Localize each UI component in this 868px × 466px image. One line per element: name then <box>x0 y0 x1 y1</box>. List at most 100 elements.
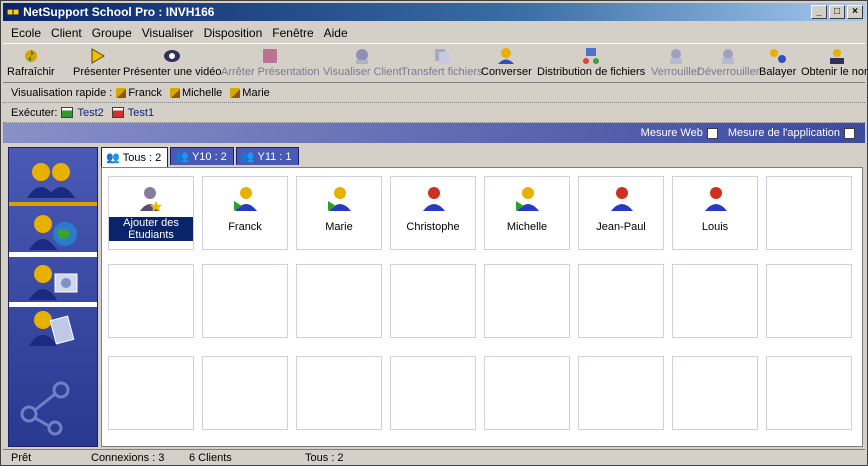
app-icon: ■■ <box>7 6 20 18</box>
close-button[interactable]: × <box>847 5 863 19</box>
pencil-icon <box>169 87 180 98</box>
run-test2[interactable]: Test2 <box>61 107 104 119</box>
application-user-icon <box>29 265 78 300</box>
menu-client[interactable]: Client <box>47 25 86 41</box>
client-tile-marie[interactable]: Marie <box>296 176 382 250</box>
sidebar-survey-view[interactable] <box>17 306 87 348</box>
sidebar-web-view[interactable] <box>17 210 87 252</box>
clipboard-user-icon <box>29 311 75 346</box>
group-icon: 👥 <box>106 152 120 164</box>
empty-tile[interactable] <box>390 264 476 338</box>
empty-tile[interactable] <box>202 264 288 338</box>
tab-y11[interactable]: 👥 Y11 : 1 <box>235 147 299 165</box>
status-connections: Connexions : 3 <box>91 452 165 464</box>
group-tabs: 👥 Tous : 2 👥 Y10 : 2 👥 Y11 : 1 <box>101 147 299 167</box>
pencil-icon <box>116 87 127 98</box>
menu-visualiser[interactable]: Visualiser <box>138 25 198 41</box>
client-tile-christophe[interactable]: Christophe <box>390 176 476 250</box>
empty-tile[interactable] <box>484 264 570 338</box>
empty-tile[interactable] <box>766 264 852 338</box>
test-icon <box>61 107 74 118</box>
title-bar: ■■ NetSupport School Pro : INVH166 _ □ × <box>3 3 865 21</box>
get-name-button[interactable]: Obtenir le nom <box>801 46 868 78</box>
sidebar-clients-view[interactable] <box>17 158 87 200</box>
video-icon <box>161 46 183 66</box>
quick-view-marie[interactable]: Marie <box>230 87 270 99</box>
stop-presentation-button[interactable]: Arrêter Présentation <box>221 46 319 78</box>
empty-tile[interactable] <box>108 264 194 338</box>
file-transfer-button[interactable]: Transfert fichiers <box>401 46 483 78</box>
menu-groupe[interactable]: Groupe <box>88 25 136 41</box>
empty-tile[interactable] <box>578 264 664 338</box>
menu-bar: Ecole Client Groupe Visualiser Dispositi… <box>3 23 352 43</box>
student-icon <box>705 187 727 211</box>
run-test1[interactable]: Test1 <box>111 107 154 119</box>
status-all: Tous : 2 <box>305 452 344 464</box>
present-button[interactable]: Présenter <box>73 46 121 78</box>
add-students-tile[interactable]: Ajouter des Etudiants <box>108 176 194 250</box>
student-icon <box>423 187 445 211</box>
client-tile-franck[interactable]: Franck <box>202 176 288 250</box>
empty-tile[interactable] <box>296 356 382 430</box>
group-icon: 👥 <box>175 151 189 163</box>
network-watermark-icon <box>20 381 70 436</box>
measure-bar: Mesure Web Mesure de l'application <box>3 123 865 143</box>
file-distribution-icon <box>580 46 602 66</box>
empty-tile[interactable] <box>672 356 758 430</box>
student-active-icon <box>516 187 539 211</box>
web-measure-checkbox[interactable] <box>706 127 718 139</box>
empty-tile[interactable] <box>578 356 664 430</box>
student-active-icon <box>328 187 351 211</box>
menu-disposition[interactable]: Disposition <box>200 25 267 41</box>
empty-tile[interactable] <box>672 264 758 338</box>
client-grid: Ajouter des Etudiants Franck Marie Chris… <box>101 167 863 447</box>
client-tile-michelle[interactable]: Michelle <box>484 176 570 250</box>
refresh-button[interactable]: Rafraîchir <box>7 46 55 78</box>
file-distribution-button[interactable]: Distribution de fichiers <box>537 46 645 78</box>
quick-view-michelle[interactable]: Michelle <box>169 87 222 99</box>
chat-button[interactable]: Converser <box>481 46 532 78</box>
empty-tile[interactable] <box>484 356 570 430</box>
app-window: ■■ NetSupport School Pro : INVH166 _ □ ×… <box>0 0 868 466</box>
chat-icon <box>495 46 517 66</box>
lock-button[interactable]: Verrouiller <box>651 46 701 78</box>
view-client-button[interactable]: Visualiser Client <box>323 46 402 78</box>
unlock-button[interactable]: Déverrouiller <box>697 46 759 78</box>
app-measure-checkbox[interactable] <box>844 127 855 139</box>
run-bar: Exécuter: Test2 Test1 <box>3 103 865 123</box>
window-title: NetSupport School Pro : INVH166 <box>23 5 215 19</box>
empty-tile[interactable] <box>202 356 288 430</box>
menu-ecole[interactable]: Ecole <box>7 25 45 41</box>
menu-fenetre[interactable]: Fenêtre <box>268 25 317 41</box>
sidebar-apps-view[interactable] <box>17 260 87 302</box>
client-tile-jean-paul[interactable]: Jean-Paul <box>578 176 664 250</box>
scan-button[interactable]: Balayer <box>759 46 796 78</box>
refresh-icon <box>20 46 42 66</box>
maximize-button[interactable]: □ <box>829 5 845 19</box>
quick-view-label: Visualisation rapide : <box>11 86 113 99</box>
tab-all[interactable]: 👥 Tous : 2 <box>101 147 169 167</box>
test-icon <box>111 107 124 118</box>
group-icon: 👥 <box>240 151 255 163</box>
empty-tile[interactable] <box>108 356 194 430</box>
minimize-button[interactable]: _ <box>811 5 827 19</box>
pencil-icon <box>230 87 241 98</box>
empty-tile[interactable] <box>296 264 382 338</box>
empty-tile[interactable] <box>766 356 852 430</box>
tab-y10[interactable]: 👥 Y10 : 2 <box>170 147 234 165</box>
play-icon <box>86 46 108 66</box>
view-client-icon <box>351 46 373 66</box>
quick-view-franck[interactable]: Franck <box>116 87 162 99</box>
status-bar: Prêt Connexions : 3 6 Clients Tous : 2 <box>3 449 865 465</box>
unlock-icon <box>717 46 739 66</box>
status-ready: Prêt <box>11 452 32 464</box>
empty-tile[interactable] <box>390 356 476 430</box>
menu-aide[interactable]: Aide <box>320 25 352 41</box>
empty-tile[interactable] <box>766 176 852 250</box>
web-measure-label: Mesure Web <box>640 127 703 139</box>
quick-view-bar: Visualisation rapide : Franck Michelle M… <box>3 83 865 103</box>
file-transfer-icon <box>431 46 453 66</box>
client-tile-louis[interactable]: Louis <box>672 176 758 250</box>
present-video-button[interactable]: Présenter une vidéo <box>123 46 221 78</box>
run-label: Exécuter: <box>11 106 58 119</box>
